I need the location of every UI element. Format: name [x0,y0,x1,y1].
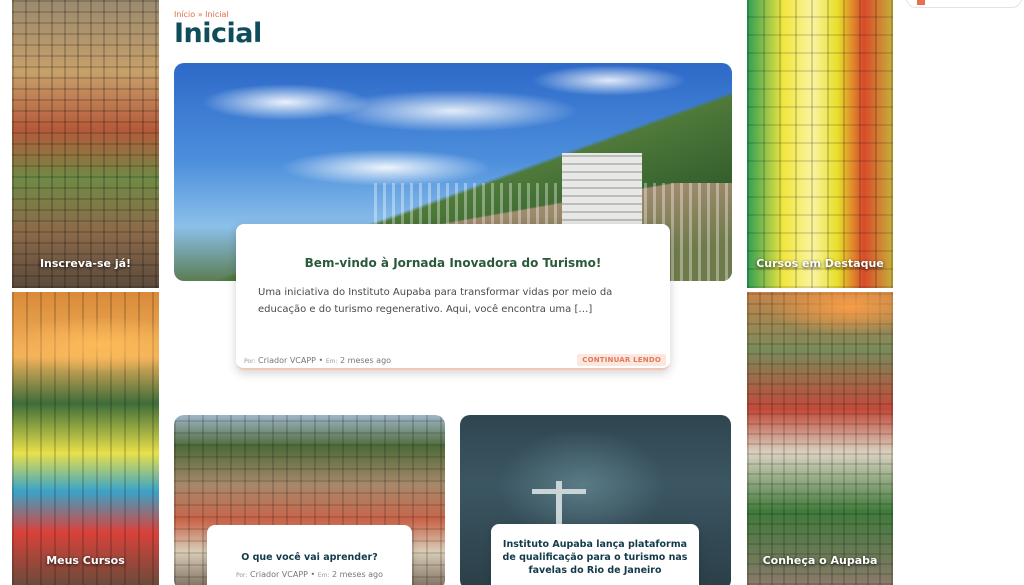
post-meta: Por: Criador VCAPP • Em: 2 meses ago [244,356,391,365]
flag-icon [917,0,925,5]
favela-hillside-image [747,292,893,585]
continue-reading-button[interactable]: CONTINUAR LENDO [577,354,666,366]
colorful-houses-image [747,0,893,288]
post-card-body: O que você vai aprender? Por: Criador VC… [207,525,412,585]
tile-label: Conheça o Aupaba [762,554,878,567]
featured-post-card[interactable]: Bem-vindo à Jornada Inovadora do Turismo… [236,224,670,370]
favela-sunset-image [12,292,159,585]
featured-post-title[interactable]: Bem-vindo à Jornada Inovadora do Turismo… [236,256,670,270]
top-right-widget[interactable] [906,0,1022,8]
tile-inscreva-se[interactable]: Inscreva-se já! [12,0,159,288]
author-prefix: Por: [235,572,248,579]
tile-cursos-destaque[interactable]: Cursos em Destaque [747,0,893,288]
author-name: Criador VCAPP [258,356,316,365]
post-card-learn[interactable]: O que você vai aprender? Por: Criador VC… [174,415,445,585]
tile-label: Meus Cursos [46,554,125,567]
author-prefix: Por: [244,358,256,365]
post-card-body: Instituto Aupaba lança plataforma de qua… [491,524,699,585]
post-card-title[interactable]: O que você vai aprender? [207,551,412,564]
date-prefix: Em: [317,572,330,579]
meta-separator: • [310,570,316,579]
post-date: 2 meses ago [332,570,384,579]
tile-label: Cursos em Destaque [756,257,884,270]
post-meta: Por: Criador VCAPP • Em: 2 meses ago [207,570,412,579]
tile-meus-cursos[interactable]: Meus Cursos [12,292,159,585]
post-card-aupaba[interactable]: Instituto Aupaba lança plataforma de qua… [460,415,731,585]
post-card-title[interactable]: Instituto Aupaba lança plataforma de qua… [501,538,689,577]
meta-separator: • [318,356,324,365]
page-title: Inicial [174,18,262,49]
tile-conheca-aupaba[interactable]: Conheça o Aupaba [747,292,893,585]
author-name: Criador VCAPP [249,570,308,579]
date-prefix: Em: [325,358,338,365]
tile-label: Inscreva-se já! [39,257,132,270]
featured-post-excerpt: Uma iniciativa do Instituto Aupaba para … [258,287,613,315]
favela-image [12,0,159,288]
post-date: 2 meses ago [340,356,392,365]
